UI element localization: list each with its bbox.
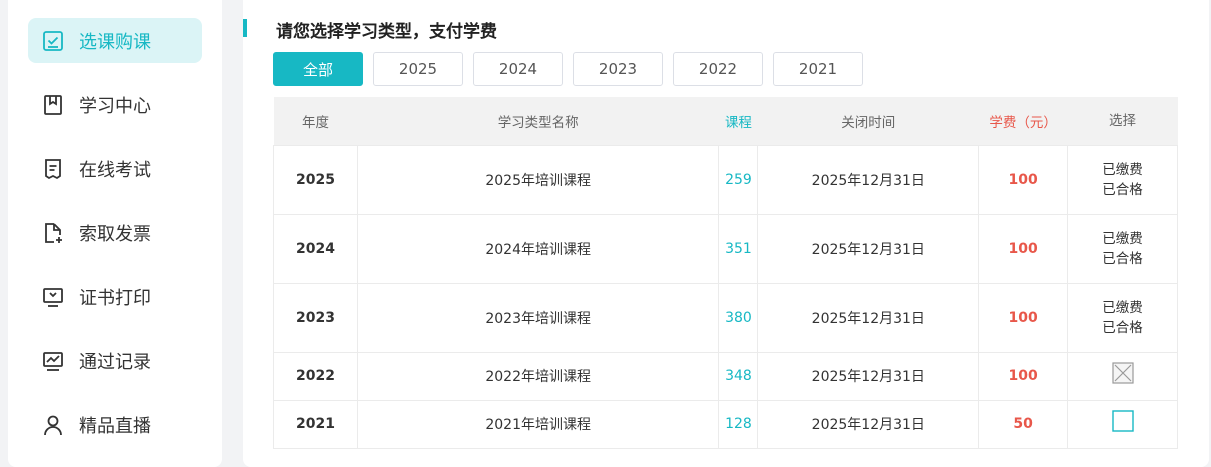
- header-name: 学习类型名称: [357, 97, 719, 145]
- status-passed: 已合格: [1102, 181, 1143, 198]
- year-tabs: 全部 2025 2024 2023 2022 2021: [273, 52, 873, 86]
- status-paid: 已缴费: [1102, 161, 1143, 178]
- sidebar: 选课购课 学习中心 在线考试 索取发票 证书打印 通过记录 精品直播: [8, 0, 222, 467]
- cell-name: 2021年培训课程: [356, 399, 720, 449]
- cell-fee: 100: [978, 351, 1069, 401]
- status-passed: 已合格: [1102, 319, 1143, 336]
- table-header-row: 年度 学习类型名称 课程 关闭时间 学费（元） 选择: [273, 97, 1178, 145]
- table-row: 2023 2023年培训课程 380 2025年12月31日 100 已缴费 已…: [273, 282, 1178, 353]
- sidebar-item-online-exam[interactable]: 在线考试: [28, 146, 202, 191]
- sidebar-item-label: 索取发票: [79, 223, 151, 245]
- tab-2023[interactable]: 2023: [573, 52, 663, 86]
- cell-fee: 50: [978, 399, 1069, 449]
- sidebar-item-label: 精品直播: [79, 415, 151, 437]
- tab-2025[interactable]: 2025: [373, 52, 463, 86]
- cell-year: 2025: [273, 144, 358, 215]
- sidebar-item-pass-record[interactable]: 通过记录: [28, 338, 202, 383]
- header-year: 年度: [273, 97, 358, 145]
- status-paid: 已缴费: [1102, 299, 1143, 316]
- select-checkbox[interactable]: [1111, 410, 1134, 438]
- cell-close-time: 2025年12月31日: [757, 351, 980, 401]
- cell-year: 2024: [273, 213, 358, 284]
- cell-courses-link[interactable]: 380: [718, 282, 759, 353]
- cell-close-time: 2025年12月31日: [757, 213, 980, 284]
- cell-name: 2022年培训课程: [356, 351, 720, 401]
- cell-close-time: 2025年12月31日: [757, 282, 980, 353]
- sidebar-item-label: 学习中心: [79, 95, 151, 117]
- sidebar-item-label: 选课购课: [79, 31, 151, 53]
- sidebar-item-label: 在线考试: [79, 159, 151, 181]
- page-title: 请您选择学习类型，支付学费: [276, 22, 497, 42]
- table-row: 2024 2024年培训课程 351 2025年12月31日 100 已缴费 已…: [273, 213, 1178, 284]
- cell-select: 已缴费 已合格: [1067, 213, 1178, 284]
- tab-2021[interactable]: 2021: [773, 52, 863, 86]
- table-row: 2022 2022年培训课程 348 2025年12月31日 100: [273, 351, 1178, 401]
- status-paid: 已缴费: [1102, 230, 1143, 247]
- disabled-checkbox-icon: [1111, 362, 1134, 390]
- cell-year: 2023: [273, 282, 358, 353]
- sidebar-item-study-center[interactable]: 学习中心: [28, 82, 202, 127]
- cell-year: 2021: [273, 399, 358, 449]
- cell-fee: 100: [978, 144, 1069, 215]
- cell-courses-link[interactable]: 259: [718, 144, 759, 215]
- cell-select: [1067, 399, 1178, 449]
- tab-2022[interactable]: 2022: [673, 52, 763, 86]
- cell-close-time: 2025年12月31日: [757, 399, 980, 449]
- cell-name: 2023年培训课程: [356, 282, 720, 353]
- cell-select: 已缴费 已合格: [1067, 282, 1178, 353]
- header-courses: 课程: [718, 97, 758, 145]
- sidebar-item-label: 证书打印: [79, 287, 151, 309]
- sidebar-item-course-select[interactable]: 选课购课: [28, 18, 202, 63]
- cell-courses-link[interactable]: 348: [718, 351, 759, 401]
- cell-fee: 100: [978, 282, 1069, 353]
- main-panel: 请您选择学习类型，支付学费 全部 2025 2024 2023 2022 202…: [243, 0, 1209, 467]
- table-row: 2025 2025年培训课程 259 2025年12月31日 100 已缴费 已…: [273, 144, 1178, 215]
- tab-2024[interactable]: 2024: [473, 52, 563, 86]
- bookmark-icon: [41, 93, 65, 117]
- cell-year: 2022: [273, 351, 358, 401]
- cell-name: 2024年培训课程: [356, 213, 720, 284]
- cell-select: 已缴费 已合格: [1067, 144, 1178, 215]
- header-close-time: 关闭时间: [757, 97, 979, 145]
- checkbox-icon: [41, 29, 65, 53]
- sidebar-item-live[interactable]: 精品直播: [28, 402, 202, 447]
- monitor-icon: [41, 285, 65, 309]
- user-icon: [41, 413, 65, 437]
- chart-icon: [41, 349, 65, 373]
- cell-close-time: 2025年12月31日: [757, 144, 980, 215]
- cell-name: 2025年培训课程: [356, 144, 720, 215]
- course-table: 年度 学习类型名称 课程 关闭时间 学费（元） 选择 2025 2025年培训课…: [273, 97, 1178, 449]
- table-row: 2021 2021年培训课程 128 2025年12月31日 50: [273, 399, 1178, 449]
- title-accent-bar: [243, 19, 247, 37]
- cell-courses-link[interactable]: 128: [718, 399, 759, 449]
- file-add-icon: [41, 221, 65, 245]
- cell-fee: 100: [978, 213, 1069, 284]
- cell-select: [1067, 351, 1178, 401]
- status-passed: 已合格: [1102, 250, 1143, 267]
- header-fee: 学费（元）: [978, 97, 1068, 145]
- header-select: 选择: [1067, 97, 1178, 145]
- sidebar-item-certificate-print[interactable]: 证书打印: [28, 274, 202, 319]
- tab-all[interactable]: 全部: [273, 52, 363, 86]
- cell-courses-link[interactable]: 351: [718, 213, 759, 284]
- sidebar-item-invoice[interactable]: 索取发票: [28, 210, 202, 255]
- sidebar-item-label: 通过记录: [79, 351, 151, 373]
- document-icon: [41, 157, 65, 181]
